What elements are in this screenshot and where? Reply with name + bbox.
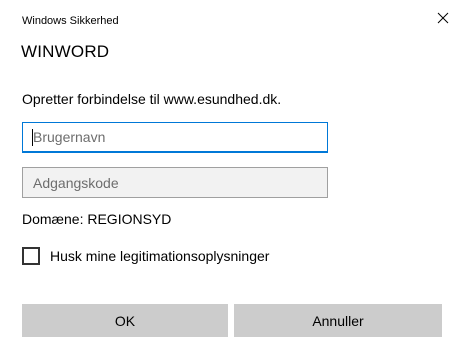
cancel-button[interactable]: Annuller	[234, 304, 442, 337]
username-input[interactable]	[22, 122, 328, 153]
remember-label: Husk mine legitimationsoplysninger	[50, 248, 270, 264]
ok-button[interactable]: OK	[22, 304, 228, 337]
title-bar: Windows Sikkerhed	[0, 0, 463, 30]
text-caret	[32, 129, 33, 146]
close-button[interactable]	[423, 6, 463, 30]
window-title: Windows Sikkerhed	[22, 15, 119, 27]
remember-credentials-option[interactable]: Husk mine legitimationsoplysninger	[22, 246, 269, 266]
domain-label: Domæne: REGIONSYD	[22, 211, 172, 227]
connection-message: Opretter forbindelse til www.esundhed.dk…	[22, 91, 282, 107]
remember-checkbox[interactable]	[22, 247, 40, 265]
password-input[interactable]	[22, 167, 328, 198]
close-icon	[437, 12, 449, 24]
windows-security-dialog: Windows Sikkerhed WINWORD Opretter forbi…	[0, 0, 463, 354]
app-name-heading: WINWORD	[21, 42, 110, 61]
